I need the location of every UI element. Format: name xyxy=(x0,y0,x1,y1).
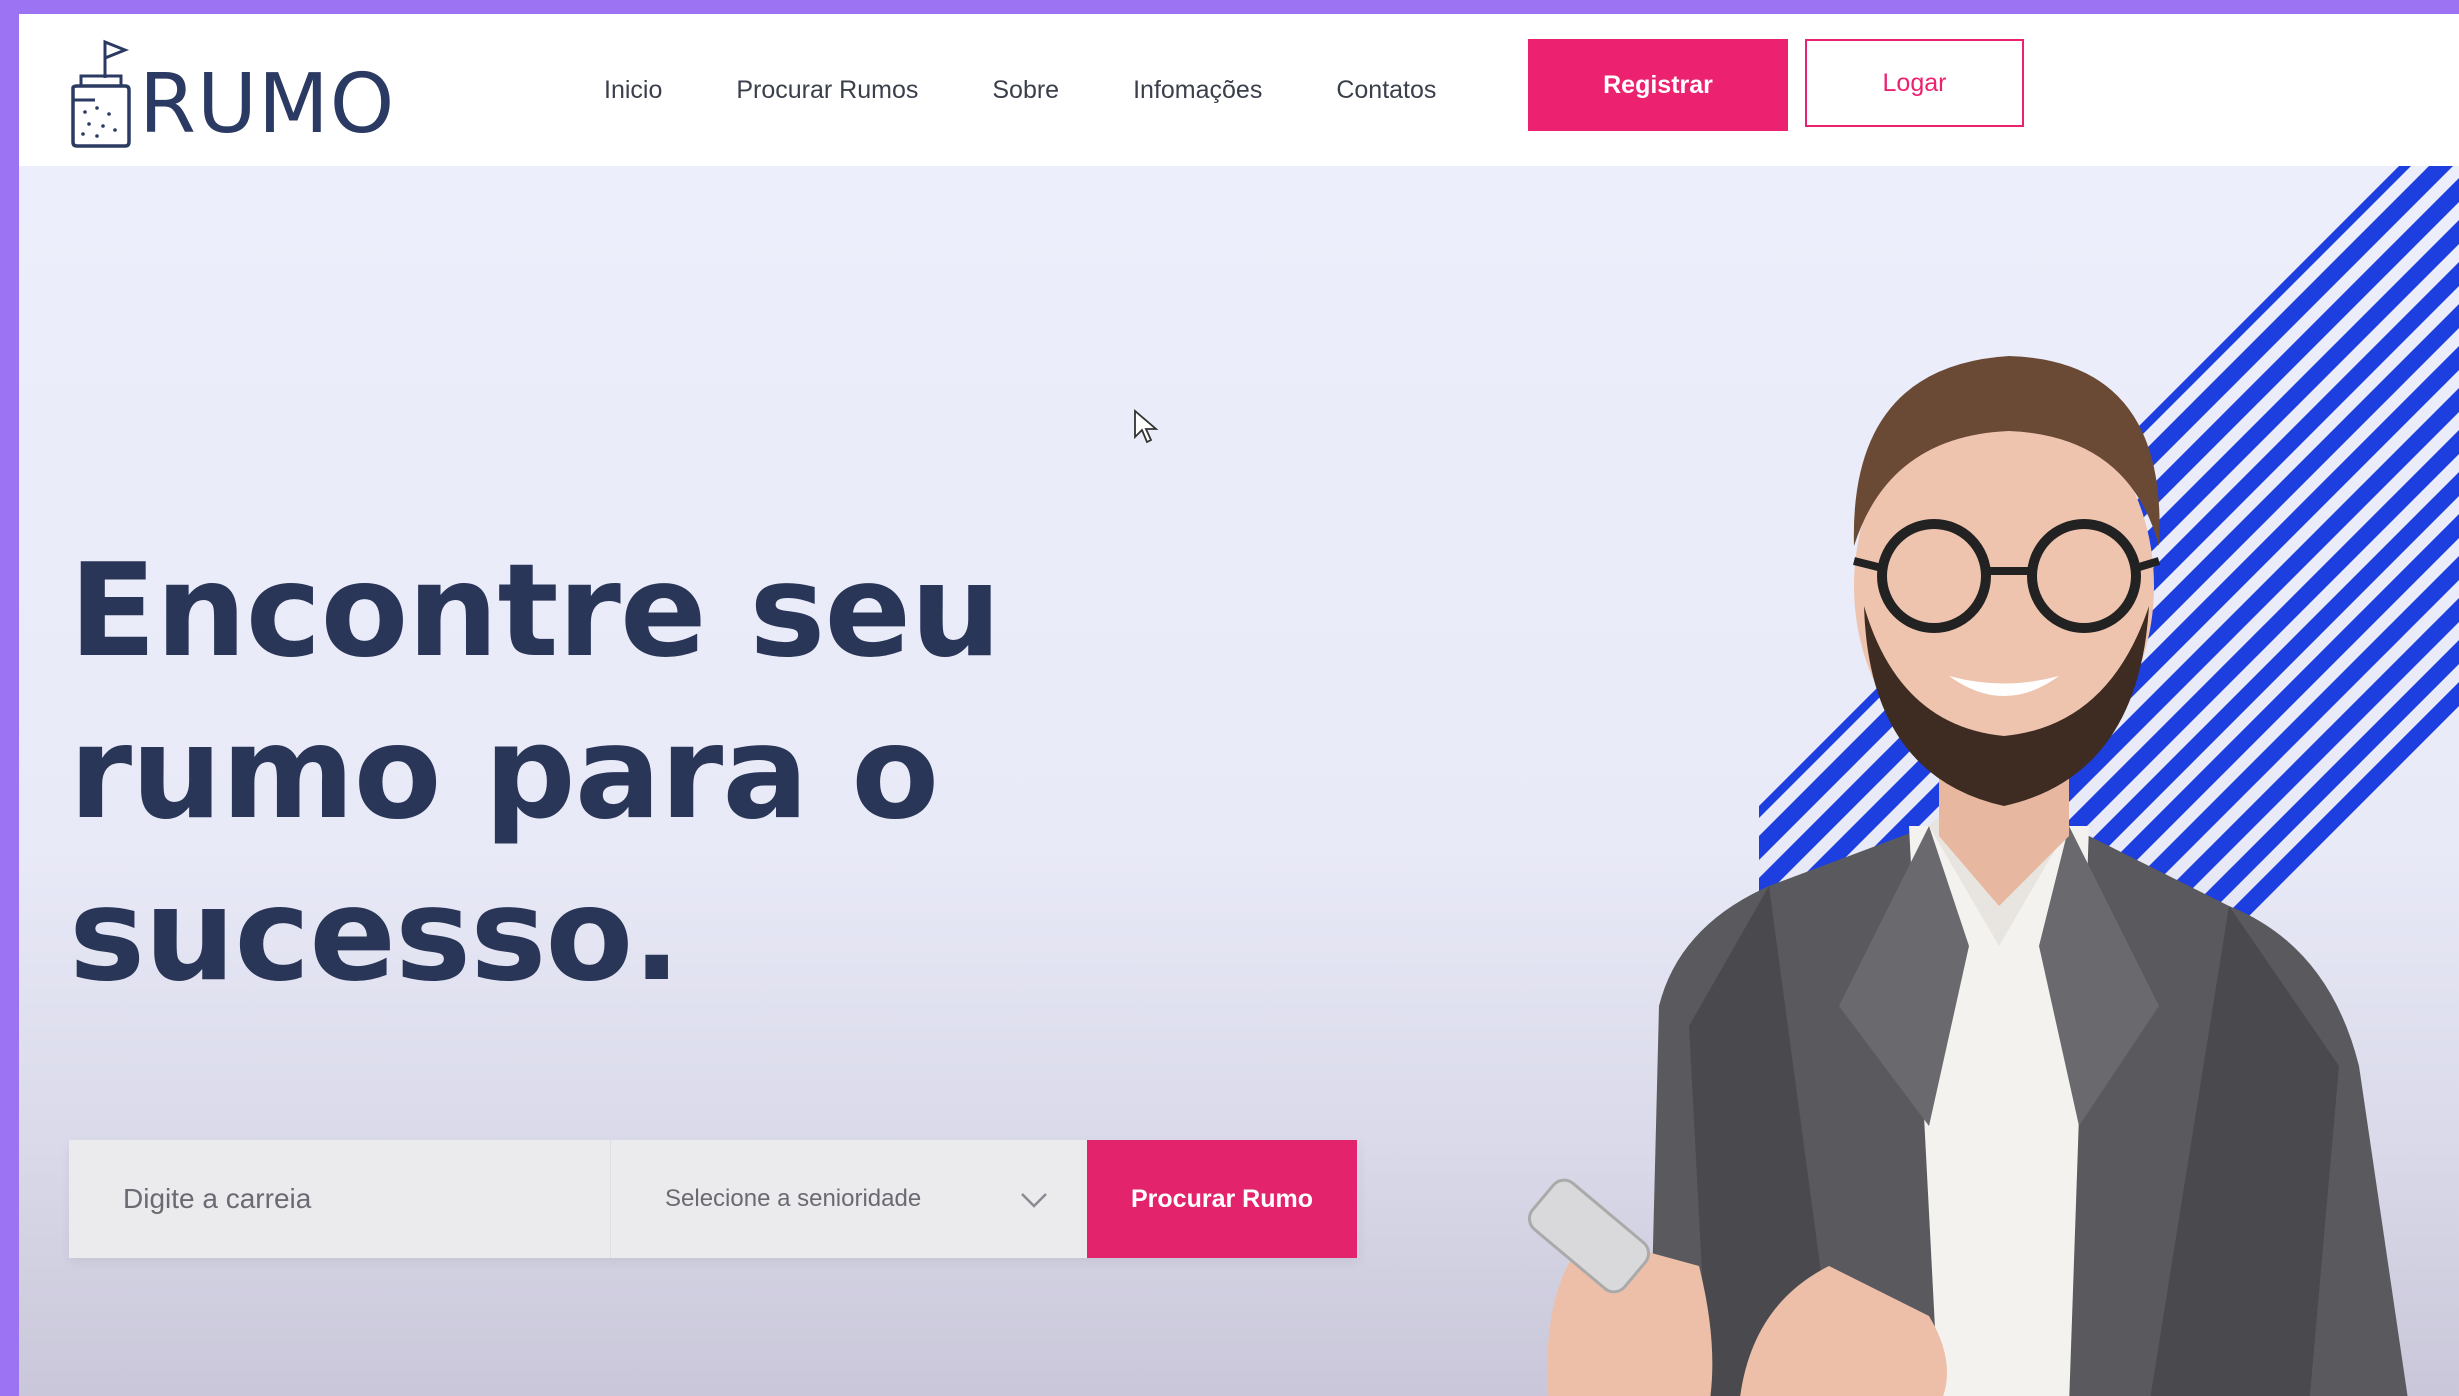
mouse-cursor-icon xyxy=(1134,409,1159,444)
career-input[interactable] xyxy=(69,1140,611,1258)
hero-photo-man-with-phone xyxy=(1527,356,2408,1396)
career-search-bar: Selecione a senioridade Procurar Rumo xyxy=(69,1140,1359,1258)
hero-headline: Encontre seu rumo para o sucesso. xyxy=(69,531,1069,1017)
headline-line-3: sucesso. xyxy=(69,861,681,1010)
nav-item-infomacoes[interactable]: Infomações xyxy=(1133,76,1262,105)
nav-item-contatos[interactable]: Contatos xyxy=(1336,76,1436,105)
headline-line-1: Encontre seu xyxy=(69,537,1001,686)
site-header: RUMO Inicio Procurar Rumos Sobre Infomaç… xyxy=(19,14,2459,166)
nav-item-procurar-rumos[interactable]: Procurar Rumos xyxy=(736,76,918,105)
chevron-down-icon xyxy=(1021,1193,1047,1208)
hero-section: Encontre seu rumo para o sucesso. Digite… xyxy=(19,166,2459,1396)
login-button[interactable]: Logar xyxy=(1805,39,2024,127)
search-rumo-button[interactable]: Procurar Rumo xyxy=(1087,1140,1357,1258)
main-nav: Inicio Procurar Rumos Sobre Infomações C… xyxy=(604,76,1510,105)
jar-flag-icon xyxy=(71,39,131,148)
page-frame: RUMO Inicio Procurar Rumos Sobre Infomaç… xyxy=(19,14,2459,1396)
logo[interactable]: RUMO xyxy=(67,32,395,150)
headline-line-2: rumo para o xyxy=(69,699,939,848)
register-button[interactable]: Registrar xyxy=(1528,39,1788,131)
nav-item-sobre[interactable]: Sobre xyxy=(992,76,1059,105)
brand-name: RUMO xyxy=(139,57,396,152)
seniority-select[interactable]: Selecione a senioridade xyxy=(611,1140,1087,1258)
nav-item-inicio[interactable]: Inicio xyxy=(604,76,662,105)
seniority-selected-value: Selecione a senioridade xyxy=(665,1185,922,1212)
